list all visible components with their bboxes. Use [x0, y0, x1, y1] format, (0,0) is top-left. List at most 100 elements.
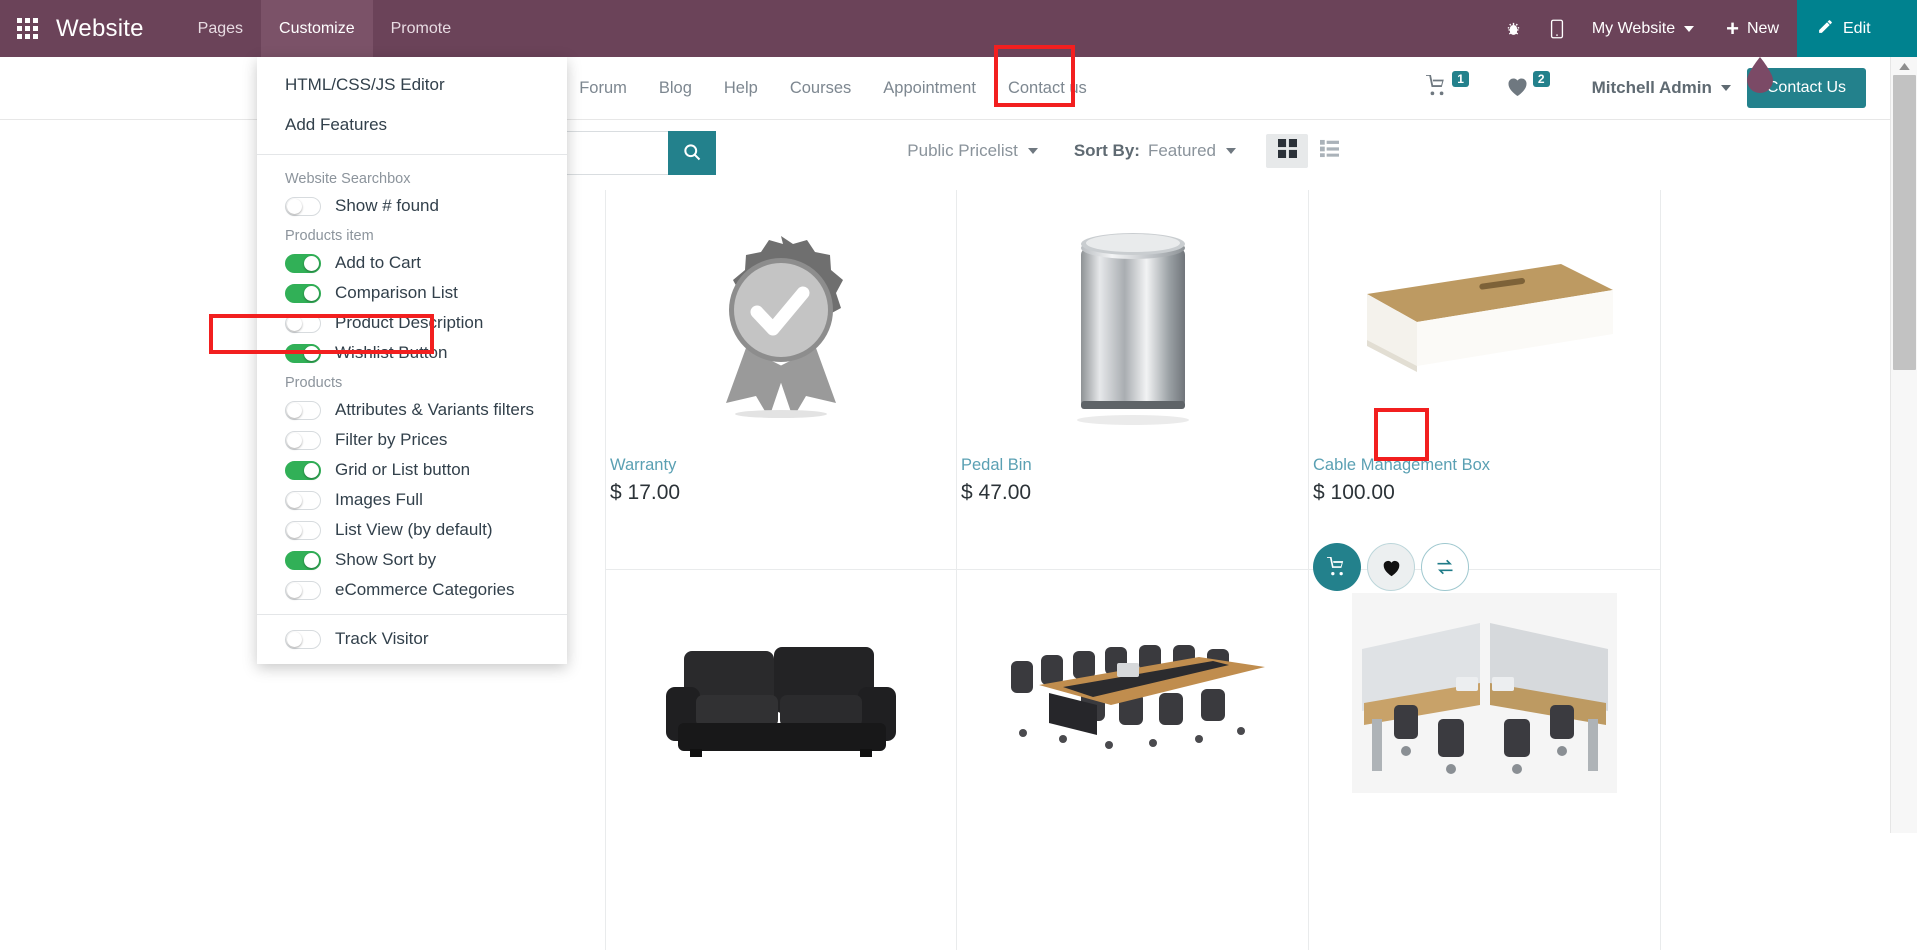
wishlist-count-badge: 2: [1532, 71, 1550, 87]
app-brand-website[interactable]: Website: [54, 15, 152, 43]
sort-by-value: Featured: [1147, 141, 1216, 160]
menu-toggle-track-visitor[interactable]: Track Visitor: [257, 624, 567, 654]
nav-link-help[interactable]: Help: [708, 79, 774, 98]
product-price: $ 100.00: [1313, 481, 1395, 504]
product-card-pedal-bin[interactable]: Pedal Bin $ 47.00: [957, 190, 1309, 570]
toggle-switch-on-icon[interactable]: [285, 550, 321, 570]
edit-button[interactable]: Edit: [1797, 0, 1917, 57]
nav-link-appointment[interactable]: Appointment: [867, 79, 992, 98]
toggle-switch-off-icon[interactable]: [285, 400, 321, 420]
menu-item-add-features[interactable]: Add Features: [257, 105, 567, 145]
scroll-up-arrow-icon[interactable]: [1891, 57, 1917, 75]
sort-by-dropdown[interactable]: Sort By: Featured: [1056, 141, 1254, 161]
scrollbar-thumb[interactable]: [1893, 75, 1916, 370]
user-menu-label: Mitchell Admin: [1591, 78, 1712, 97]
product-card-warranty[interactable]: Warranty $ 17.00: [605, 190, 957, 570]
toggle-switch-off-icon[interactable]: [285, 313, 321, 333]
product-image-cable-management-box: [1309, 198, 1660, 448]
menu-toggle-label: Show Sort by: [335, 550, 437, 569]
pricelist-label: Public Pricelist: [907, 141, 1018, 160]
product-name[interactable]: Pedal Bin: [957, 448, 1308, 475]
menu-group-header-products: Products: [285, 375, 343, 391]
search-icon: [682, 142, 702, 165]
cart-link[interactable]: 1: [1407, 57, 1487, 119]
bug-icon[interactable]: [1491, 0, 1536, 57]
product-row: Warranty $ 17.00 Pedal Bin $ 47.00 Cable…: [605, 190, 1890, 591]
product-image-workstation: [1309, 578, 1660, 808]
list-view-icon: [1319, 139, 1339, 163]
product-image-sofa: [606, 578, 956, 808]
toggle-switch-off-icon[interactable]: [285, 520, 321, 540]
menu-toggle-images-full[interactable]: Images Full: [257, 485, 567, 515]
nav-link-courses[interactable]: Courses: [774, 79, 867, 98]
toolbar-right-group: Public Pricelist Sort By: Featured: [889, 134, 1350, 168]
product-row: [605, 570, 1890, 950]
chevron-down-icon: [1720, 85, 1731, 91]
website-nav: ents Forum Blog Help Courses Appointment…: [500, 79, 1103, 98]
product-card-conference-table[interactable]: [957, 570, 1309, 950]
product-name[interactable]: [1309, 808, 1660, 816]
pricelist-dropdown[interactable]: Public Pricelist: [889, 141, 1056, 161]
menu-toggle-filter-by-prices[interactable]: Filter by Prices: [257, 425, 567, 455]
navbar-right-group: My Website + New Edit: [1491, 0, 1917, 57]
nav-link-blog[interactable]: Blog: [643, 79, 708, 98]
toggle-switch-off-icon[interactable]: [285, 490, 321, 510]
grid-view-button[interactable]: [1266, 134, 1308, 168]
search-button[interactable]: [668, 131, 716, 175]
toggle-switch-off-icon[interactable]: [285, 196, 321, 216]
toggle-switch-off-icon[interactable]: [285, 629, 321, 649]
navmenu-promote[interactable]: Promote: [373, 0, 469, 57]
toggle-switch-on-icon[interactable]: [285, 253, 321, 273]
menu-toggle-add-to-cart[interactable]: Add to Cart: [257, 248, 567, 278]
menu-toggle-comparison-list[interactable]: Comparison List: [257, 278, 567, 308]
grid-view-icon: [1277, 139, 1297, 163]
product-image-conference-table: [957, 578, 1308, 808]
navmenu-customize[interactable]: Customize: [261, 0, 373, 57]
menu-toggle-ecommerce-categories[interactable]: eCommerce Categories: [257, 575, 567, 605]
menu-toggle-product-description[interactable]: Product Description: [257, 308, 567, 338]
new-button[interactable]: + New: [1708, 0, 1797, 57]
nav-link-contact-us[interactable]: Contact us: [992, 79, 1103, 98]
apps-grid-icon[interactable]: [0, 0, 54, 57]
pencil-icon: [1817, 18, 1834, 40]
sort-by-prefix: Sort By:: [1073, 141, 1140, 160]
menu-toggle-show-found[interactable]: Show # found: [257, 191, 567, 221]
menu-toggle-label: Show # found: [335, 196, 439, 215]
page-scrollbar[interactable]: [1890, 57, 1917, 833]
menu-toggle-show-sort-by[interactable]: Show Sort by: [257, 545, 567, 575]
menu-toggle-label: Add to Cart: [335, 253, 421, 272]
product-card-sofa[interactable]: [605, 570, 957, 950]
website-selector[interactable]: My Website: [1578, 0, 1708, 57]
user-menu[interactable]: Mitchell Admin: [1568, 78, 1747, 98]
menu-toggle-attributes-variants-filters[interactable]: Attributes & Variants filters: [257, 395, 567, 425]
menu-divider: [257, 614, 567, 615]
product-price: $ 47.00: [961, 481, 1032, 504]
product-name[interactable]: [606, 808, 956, 816]
product-name[interactable]: Cable Management Box: [1309, 448, 1660, 475]
menu-toggle-list-view-by-default[interactable]: List View (by default): [257, 515, 567, 545]
menu-toggle-grid-or-list-button[interactable]: Grid or List button: [257, 455, 567, 485]
product-price: $ 17.00: [610, 481, 681, 504]
toggle-switch-off-icon[interactable]: [285, 580, 321, 600]
odoo-navbar: Website Pages Customize Promote My Websi…: [0, 0, 1917, 57]
toggle-switch-off-icon[interactable]: [285, 430, 321, 450]
menu-group-header-website-searchbox: Website Searchbox: [285, 171, 411, 187]
product-name[interactable]: [957, 808, 1308, 816]
menu-toggle-label: Wishlist Button: [335, 343, 448, 362]
nav-link-forum[interactable]: Forum: [563, 79, 643, 98]
product-name[interactable]: Warranty: [606, 448, 956, 475]
product-card-cable-management-box[interactable]: Cable Management Box $ 100.00: [1309, 190, 1661, 591]
toggle-switch-on-icon[interactable]: [285, 283, 321, 303]
wishlist-link[interactable]: 2: [1487, 57, 1568, 119]
website-selector-label: My Website: [1591, 19, 1676, 37]
toggle-switch-on-icon[interactable]: [285, 343, 321, 363]
product-card-workstation[interactable]: [1309, 570, 1661, 950]
toggle-switch-on-icon[interactable]: [285, 460, 321, 480]
menu-toggle-label: Filter by Prices: [335, 430, 448, 449]
list-view-button[interactable]: [1308, 134, 1350, 168]
mobile-preview-icon[interactable]: [1536, 0, 1578, 57]
menu-item-html-css-js-editor[interactable]: HTML/CSS/JS Editor: [257, 65, 567, 105]
menu-divider: [257, 154, 567, 155]
menu-toggle-wishlist-button[interactable]: Wishlist Button: [257, 338, 567, 368]
navmenu-pages[interactable]: Pages: [180, 0, 261, 57]
